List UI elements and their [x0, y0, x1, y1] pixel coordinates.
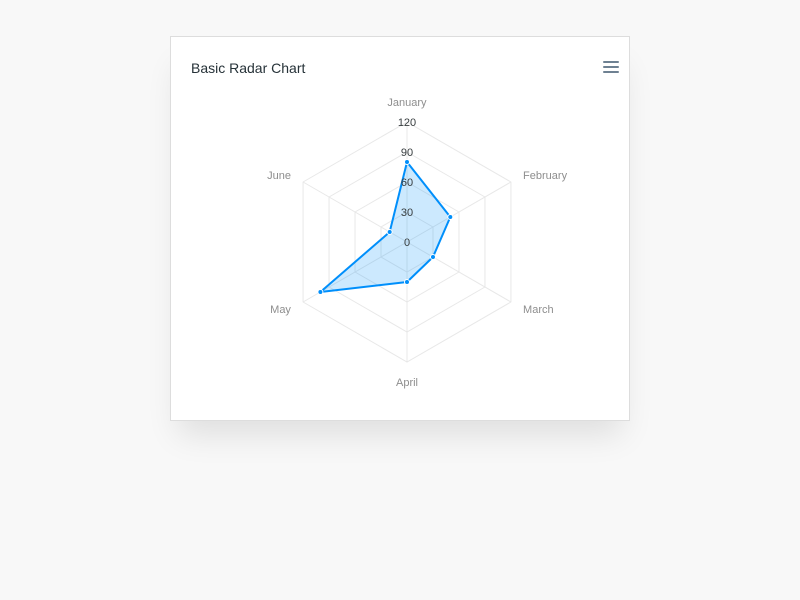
radar-axis-label: April: [396, 377, 418, 389]
radar-data-point[interactable]: [404, 159, 410, 165]
radar-data-point[interactable]: [317, 289, 324, 295]
radar-series: [317, 159, 454, 295]
radar-axis-label: February: [523, 170, 568, 182]
radar-axis-label: January: [387, 97, 427, 109]
radar-tick-label: 30: [401, 207, 413, 219]
radar-data-point[interactable]: [386, 229, 393, 235]
radar-data-point[interactable]: [447, 214, 454, 220]
radar-axis-label: March: [523, 304, 554, 316]
radar-data-point[interactable]: [404, 279, 410, 285]
radar-series-area: [319, 161, 452, 293]
radar-axis-label: May: [270, 304, 291, 316]
radar-tick-label: 60: [401, 177, 413, 189]
radar-tick-label: 120: [398, 117, 416, 129]
radar-axis-label: June: [267, 170, 291, 182]
chart-card: Basic Radar Chart January February March Ap…: [170, 36, 630, 421]
radar-data-point[interactable]: [429, 254, 436, 260]
radar-tick-label: 90: [401, 147, 413, 159]
radar-chart: January February March April May June 0 30 60 90…: [267, 97, 568, 389]
radar-tick-label: 0: [404, 237, 410, 249]
